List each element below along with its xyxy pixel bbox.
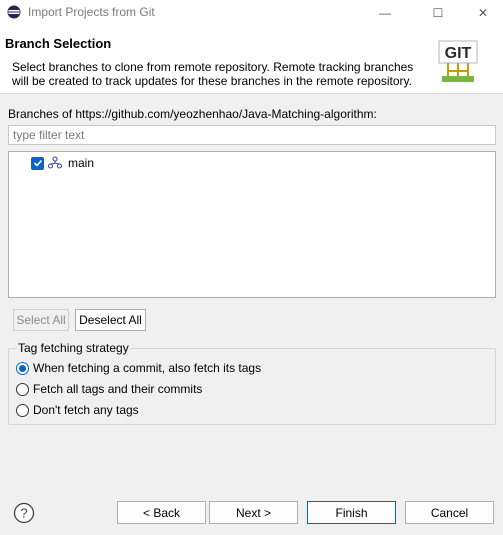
checkmark-icon — [33, 159, 42, 167]
radio-no-tags[interactable]: Don't fetch any tags — [16, 403, 139, 417]
finish-button[interactable]: Finish — [307, 501, 396, 524]
radio-label: When fetching a commit, also fetch its t… — [33, 361, 262, 375]
page-title: Branch Selection — [5, 36, 112, 51]
help-icon[interactable]: ? — [13, 502, 35, 524]
page-description: Select branches to clone from remote rep… — [12, 60, 414, 88]
wizard-header: Branch Selection Select branches to clon… — [0, 26, 503, 94]
maximize-icon: ☐ — [432, 6, 444, 20]
next-button[interactable]: Next > — [209, 501, 298, 524]
back-button[interactable]: < Back — [117, 501, 206, 524]
branch-label: main — [68, 156, 95, 170]
git-logo-text: GIT — [445, 45, 472, 62]
select-all-button[interactable]: Select All — [13, 309, 69, 331]
git-logo-icon: GIT — [438, 40, 478, 82]
branch-icon — [47, 156, 63, 169]
cancel-button[interactable]: Cancel — [405, 501, 494, 524]
title-bar: Import Projects from Git — ☐ ✕ — [0, 0, 503, 26]
radio-button[interactable] — [16, 403, 29, 417]
minimize-button[interactable]: — — [362, 0, 408, 26]
minimize-icon: — — [379, 6, 391, 20]
deselect-all-button[interactable]: Deselect All — [75, 309, 146, 331]
branch-row[interactable]: main — [31, 155, 94, 171]
close-button[interactable]: ✕ — [460, 0, 503, 26]
branch-tree[interactable]: main — [8, 151, 496, 298]
maximize-button[interactable]: ☐ — [415, 0, 461, 26]
eclipse-icon — [7, 5, 21, 19]
close-icon: ✕ — [477, 6, 489, 20]
radio-fetch-commit-tags[interactable]: When fetching a commit, also fetch its t… — [16, 361, 261, 375]
radio-label: Fetch all tags and their commits — [33, 382, 203, 396]
radio-button[interactable] — [16, 382, 29, 396]
filter-input[interactable] — [8, 125, 496, 145]
branch-checkbox[interactable] — [31, 156, 44, 170]
window-title: Import Projects from Git — [28, 5, 155, 19]
tag-fetching-legend: Tag fetching strategy — [17, 341, 130, 355]
radio-fetch-all-tags[interactable]: Fetch all tags and their commits — [16, 382, 202, 396]
radio-label: Don't fetch any tags — [33, 403, 139, 417]
branches-label: Branches of https://github.com/yeozhenha… — [8, 107, 377, 121]
radio-button[interactable] — [16, 361, 29, 375]
svg-text:?: ? — [20, 506, 27, 521]
